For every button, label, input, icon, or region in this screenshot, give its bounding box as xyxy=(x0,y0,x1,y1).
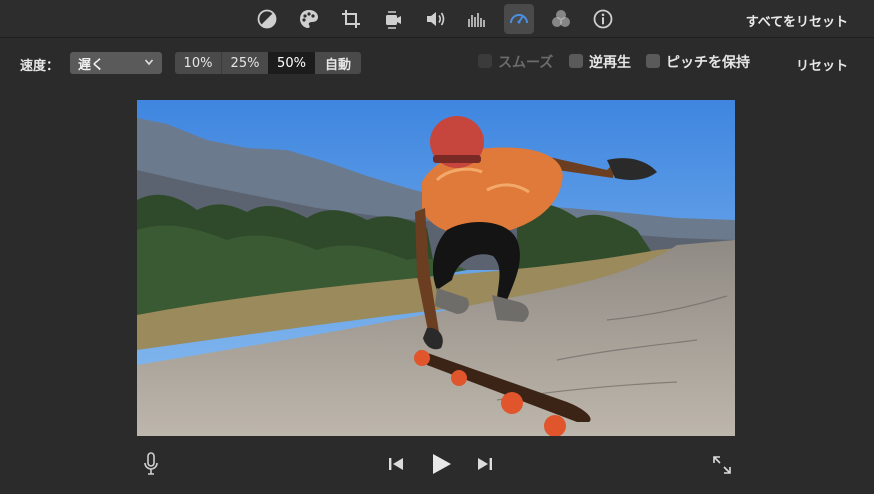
filter-icon[interactable] xyxy=(546,4,576,34)
microphone-icon[interactable] xyxy=(141,452,161,476)
fullscreen-icon[interactable] xyxy=(711,454,733,476)
reverse-checkbox[interactable] xyxy=(569,54,583,68)
speed-10-button[interactable]: 10% xyxy=(175,52,221,74)
reverse-label: 逆再生 xyxy=(589,55,631,71)
video-frame xyxy=(137,100,735,436)
info-icon[interactable] xyxy=(588,4,618,34)
speed-auto-button[interactable]: 自動 xyxy=(315,52,361,74)
volume-icon[interactable] xyxy=(420,4,450,34)
play-icon[interactable] xyxy=(428,451,454,477)
chevron-down-icon xyxy=(144,59,154,66)
smooth-label: スムーズ xyxy=(498,55,554,71)
skip-forward-icon[interactable] xyxy=(475,455,495,473)
speed-50-button[interactable]: 50% xyxy=(268,52,315,74)
crop-icon[interactable] xyxy=(336,4,366,34)
speed-25-button[interactable]: 25% xyxy=(221,52,268,74)
reset-button[interactable]: リセット xyxy=(796,55,848,74)
skip-back-icon[interactable] xyxy=(386,455,406,473)
speed-select[interactable]: 遅く xyxy=(70,52,162,74)
speed-label: 速度： xyxy=(20,59,60,74)
stabilization-icon[interactable] xyxy=(378,4,408,34)
color-correction-icon[interactable] xyxy=(294,4,324,34)
equalizer-icon[interactable] xyxy=(462,4,492,34)
preserve-pitch-checkbox[interactable] xyxy=(646,54,660,68)
preserve-pitch-label: ピッチを保持 xyxy=(666,55,750,71)
video-viewer[interactable] xyxy=(137,100,735,436)
smooth-checkbox xyxy=(478,54,492,68)
speed-icon[interactable] xyxy=(504,4,534,34)
reset-all-button[interactable]: すべてをリセット xyxy=(746,11,848,30)
speed-controls: 速度： 遅く 10% 25% 50% 自動 スムーズ 逆再生 ピッチを保持 リセ… xyxy=(0,38,874,88)
color-balance-icon[interactable] xyxy=(252,4,282,34)
speed-select-value: 遅く xyxy=(78,58,105,73)
inspector-toolbar: すべてをリセット xyxy=(0,0,874,38)
